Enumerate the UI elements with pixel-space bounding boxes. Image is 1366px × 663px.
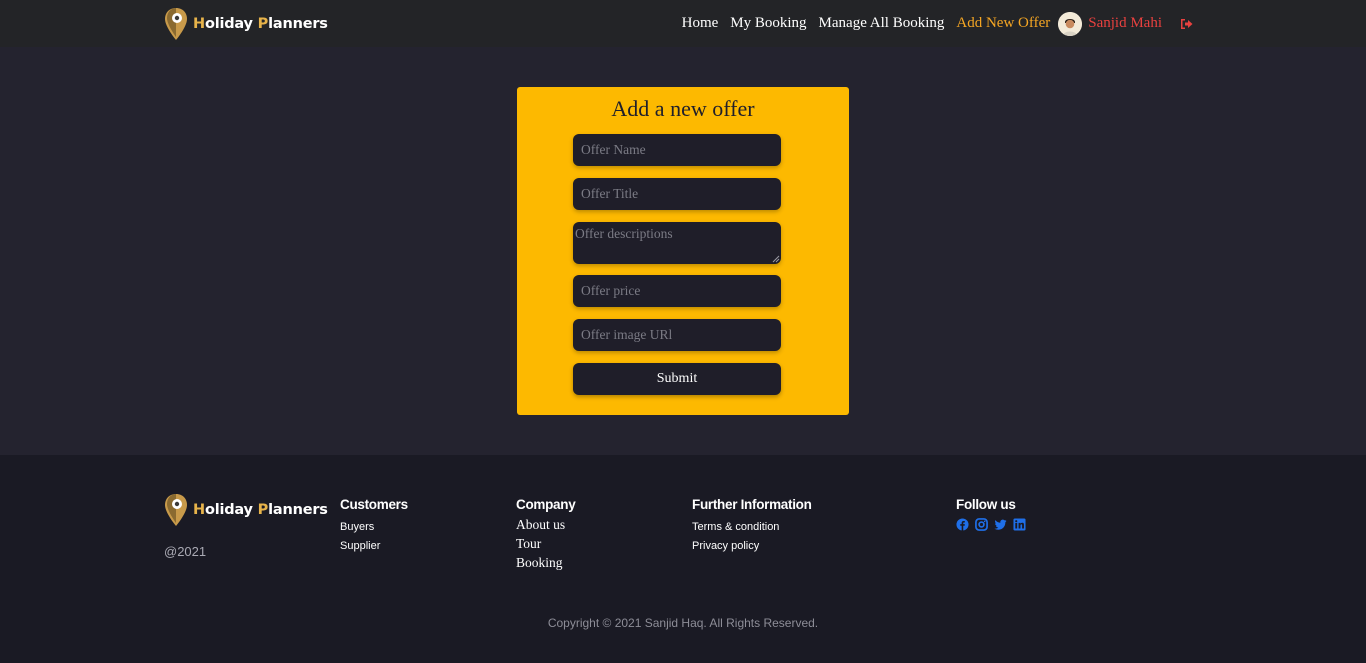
nav-manage-all-booking[interactable]: Manage All Booking: [819, 15, 945, 32]
resize-handle-icon[interactable]: [772, 255, 780, 263]
offer-name-input[interactable]: Offer Name: [573, 134, 781, 166]
submit-button[interactable]: Submit: [573, 363, 781, 395]
footer-customers: Customers Buyers Supplier: [340, 497, 408, 556]
nav-my-booking[interactable]: My Booking: [730, 15, 806, 32]
footer-customers-heading: Customers: [340, 497, 408, 512]
footer-link-supplier[interactable]: Supplier: [340, 537, 408, 556]
footer-link-buyers[interactable]: Buyers: [340, 518, 408, 537]
offer-price-input[interactable]: Offer price: [573, 275, 781, 307]
twitter-icon[interactable]: [994, 518, 1007, 531]
navbar: Holiday Planners Home My Booking Manage …: [0, 0, 1366, 47]
footer-link-about-us[interactable]: About us: [516, 515, 575, 534]
map-pin-logo-icon: [165, 494, 187, 526]
offer-title-input[interactable]: Offer Title: [573, 178, 781, 210]
social-links: [956, 518, 1032, 531]
footer-further-information: Further Information Terms & condition Pr…: [692, 497, 812, 556]
copyright: Copyright © 2021 Sanjid Haq. All Rights …: [547, 616, 819, 630]
footer-link-booking[interactable]: Booking: [516, 553, 575, 572]
footer-link-terms[interactable]: Terms & condition: [692, 518, 812, 537]
logout-button[interactable]: [1180, 18, 1193, 30]
footer-company: Company About us Tour Booking: [516, 497, 576, 572]
footer-company-heading: Company: [516, 497, 576, 512]
offer-image-url-input[interactable]: Offer image URl: [573, 319, 781, 351]
footer-follow-heading: Follow us: [956, 497, 1016, 512]
footer-brand-logo[interactable]: Holiday Planners: [164, 493, 328, 527]
avatar[interactable]: [1058, 11, 1083, 36]
map-pin-logo-icon: [165, 8, 187, 40]
footer-brand-name: Holiday Planners: [193, 502, 328, 518]
brand-logo[interactable]: Holiday Planners: [164, 6, 328, 42]
offer-description-placeholder: Offer descriptions: [575, 226, 673, 241]
facebook-icon[interactable]: [956, 518, 969, 531]
sign-out-icon: [1181, 18, 1193, 29]
nav-home[interactable]: Home: [682, 15, 719, 32]
brand-name: Holiday Planners: [193, 16, 328, 32]
footer-year: @2021: [164, 544, 207, 559]
footer-further-heading: Further Information: [692, 497, 812, 512]
form-title: Add a new offer: [611, 96, 755, 121]
footer-follow-us: Follow us: [956, 497, 1032, 531]
instagram-icon[interactable]: [975, 518, 988, 531]
user-name[interactable]: Sanjid Mahi: [1088, 15, 1162, 32]
footer-link-tour[interactable]: Tour: [516, 534, 575, 553]
linkedin-icon[interactable]: [1013, 518, 1026, 531]
footer: Holiday Planners @2021 Customers Buyers …: [0, 455, 1366, 663]
footer-link-privacy[interactable]: Privacy policy: [692, 537, 812, 556]
nav-links: Home My Booking Manage All Booking Add N…: [670, 0, 1193, 47]
offer-description-textarea[interactable]: Offer descriptions: [573, 222, 781, 264]
nav-add-new-offer[interactable]: Add New Offer: [956, 15, 1050, 32]
user-avatar-icon: [1058, 11, 1083, 36]
add-offer-form: Add a new offer Offer Name Offer Title O…: [517, 87, 849, 415]
